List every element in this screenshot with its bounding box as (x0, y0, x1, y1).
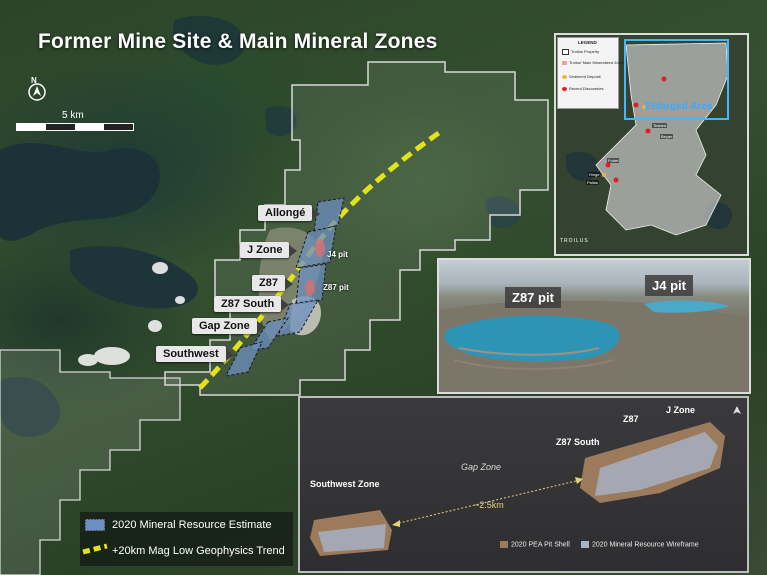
cloud (175, 296, 185, 304)
j4-pit-water (644, 300, 729, 313)
legend-swatch-resource (84, 518, 106, 532)
inset-legend: LEGEND Troilus Property Troilus' Main Mi… (557, 37, 625, 109)
section-legend-item-wireframe: 2020 Mineral Resource Wireframe (581, 541, 699, 548)
photo-label-j4-pit: J4 pit (645, 275, 693, 296)
map-stage: Former Mine Site & Main Mineral Zones N … (0, 0, 767, 575)
cloud (94, 347, 130, 365)
zone-label-z87: Z87 (252, 275, 293, 291)
cloud (148, 320, 162, 332)
legend-swatch-trend (82, 543, 108, 555)
troilus-logo: TROILUS (560, 238, 589, 244)
north-arrow-icon (733, 406, 741, 414)
lake (0, 142, 161, 241)
legend-swatch (562, 86, 567, 91)
inset-legend-row: Troilus Property (562, 49, 599, 55)
section-label-j-zone: J Zone (666, 405, 696, 415)
cloud (78, 354, 98, 366)
pit-marker-j4 (315, 239, 325, 257)
section-distance-label: ~2.5km (474, 500, 504, 510)
legend-label-resource: 2020 Mineral Resource Estimate (112, 519, 272, 531)
enlarged-area-label: Enlarged Area (645, 101, 713, 112)
inset-legend-label: Troilus Property (571, 49, 600, 55)
inset-place-label: Hinge (588, 172, 601, 177)
discovery-marker (605, 162, 611, 168)
zone-label-gap-zone: Gap Zone (192, 318, 265, 334)
cloud (152, 262, 168, 274)
discovery-marker (613, 177, 619, 183)
inset-legend-title: LEGEND (578, 40, 597, 45)
legend-swatch (500, 541, 508, 548)
pit-label-j4: J4 pit (327, 250, 348, 259)
zone-label-z87-south: Z87 South (214, 296, 290, 312)
pit-photo-inset (437, 258, 751, 394)
section-label-gap-zone: Gap Zone (461, 462, 502, 472)
inset-place-label: Testard (652, 123, 668, 128)
section-label-southwest-zone: Southwest Zone (310, 479, 380, 489)
inset-legend-label: Recent Discoveries (569, 86, 604, 91)
legend-swatch (562, 49, 569, 55)
section-legend-label: 2020 PEA Pit Shell (511, 541, 570, 549)
page-title: Former Mine Site & Main Mineral Zones (38, 30, 438, 53)
inset-place-label: Pallas (586, 180, 599, 185)
inset-legend-row: Troilus' Main Mineralized Zones (562, 60, 625, 65)
legend-swatches (82, 518, 108, 555)
north-arrow-icon (28, 83, 46, 101)
section-label-z87-south: Z87 South (556, 437, 600, 447)
zone-label-allonge: Allongé (258, 205, 321, 221)
zone-label-southwest: Southwest (156, 346, 234, 362)
photo-label-z87-pit: Z87 pit (505, 287, 561, 308)
section-legend-item-pit-shell: 2020 PEA Pit Shell (500, 541, 570, 548)
zone-label-j-zone: J Zone (240, 242, 298, 258)
inset-place-label: Frotet (607, 158, 620, 163)
legend-swatch (562, 60, 567, 65)
scale-label: 5 km (62, 110, 84, 121)
inset-legend-label: Sediment Deposit (569, 74, 601, 79)
section-legend-label: 2020 Mineral Resource Wireframe (592, 541, 699, 549)
discovery-marker (645, 128, 651, 134)
north-label: N (31, 76, 37, 85)
deposit-marker (602, 173, 606, 177)
inset-legend-label: Troilus' Main Mineralized Zones (569, 60, 626, 65)
legend-swatch (581, 541, 589, 548)
scale-bar (16, 123, 134, 131)
pit-label-z87: Z87 pit (323, 283, 349, 292)
inset-place-label: Beyan (660, 134, 674, 139)
legend-swatch (562, 74, 567, 79)
legend-label-trend: +20km Mag Low Geophysics Trend (112, 545, 285, 557)
pit-photo-graphic (439, 300, 749, 392)
pit-marker-z87 (305, 280, 315, 296)
inset-legend-row: Sediment Deposit (562, 74, 601, 79)
inset-legend-row: Recent Discoveries (562, 86, 603, 91)
section-label-z87: Z87 (623, 414, 639, 424)
